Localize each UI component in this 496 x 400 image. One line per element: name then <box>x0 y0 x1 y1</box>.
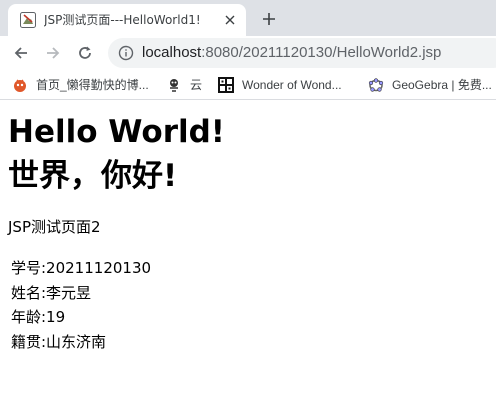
tab-title: JSP测试页面---HelloWorld1! <box>44 13 201 27</box>
page-favicon-icon <box>20 12 36 28</box>
bookmark-label: GeoGebra | 免费... <box>392 78 492 92</box>
url-text[interactable]: localhost:8080/20211120130/HelloWorld2.j… <box>142 44 441 62</box>
student-name-line: 姓名:李元昱 <box>11 284 92 302</box>
site-info-icon[interactable] <box>118 45 134 61</box>
bookmark-label: 云 <box>190 78 203 92</box>
browser-toolbar: localhost:8080/20211120130/HelloWorld2.j… <box>0 36 496 70</box>
student-age-line: 年龄:19 <box>11 308 66 326</box>
heading-chinese-greeting: 世界，你好! <box>8 158 178 194</box>
bookmark-label: Wonder of Wond... <box>242 78 342 92</box>
csdn-icon <box>12 77 28 93</box>
bookmarks-bar: 首页_懒得勤快的博... 云 Wonder of Wond... GeoGebr… <box>0 70 496 100</box>
student-hometown-line: 籍贯:山东济南 <box>11 333 107 351</box>
address-bar[interactable]: localhost:8080/20211120130/HelloWorld2.j… <box>108 38 496 68</box>
bookmark-wonder[interactable]: Wonder of Wond... <box>218 75 356 95</box>
page-subtitle: JSP测试页面2 <box>8 218 101 236</box>
bookmark-label: 首页_懒得勤快的博... <box>36 78 149 92</box>
page-content: Hello World! 世界，你好! JSP测试页面2 学号:20211120… <box>0 100 496 400</box>
url-host: localhost <box>142 44 202 61</box>
reload-icon <box>79 46 91 59</box>
heading-hello-world: Hello World! <box>8 114 225 150</box>
cloud-mascot-icon <box>166 77 182 93</box>
back-arrow-icon <box>14 47 27 59</box>
plus-icon <box>263 13 275 25</box>
bookmark-geogebra[interactable]: GeoGebra | 免费... <box>368 75 496 95</box>
url-path: :8080/20211120130/HelloWorld2.jsp <box>201 44 442 61</box>
geogebra-icon <box>368 77 384 93</box>
bookmark-csdn[interactable]: 首页_懒得勤快的博... <box>12 75 152 95</box>
back-button[interactable] <box>8 40 34 66</box>
new-tab-button[interactable] <box>256 6 282 32</box>
browser-tab[interactable]: JSP测试页面---HelloWorld1! <box>8 4 246 36</box>
tab-strip: JSP测试页面---HelloWorld1! <box>0 0 496 36</box>
forward-button[interactable] <box>40 40 66 66</box>
bookmark-cloud[interactable]: 云 <box>166 75 206 95</box>
wonder-grid-icon <box>218 77 234 93</box>
forward-arrow-icon <box>47 47 60 59</box>
reload-button[interactable] <box>72 40 98 66</box>
student-id-line: 学号:20211120130 <box>11 259 152 277</box>
tab-close-icon[interactable] <box>222 12 238 28</box>
